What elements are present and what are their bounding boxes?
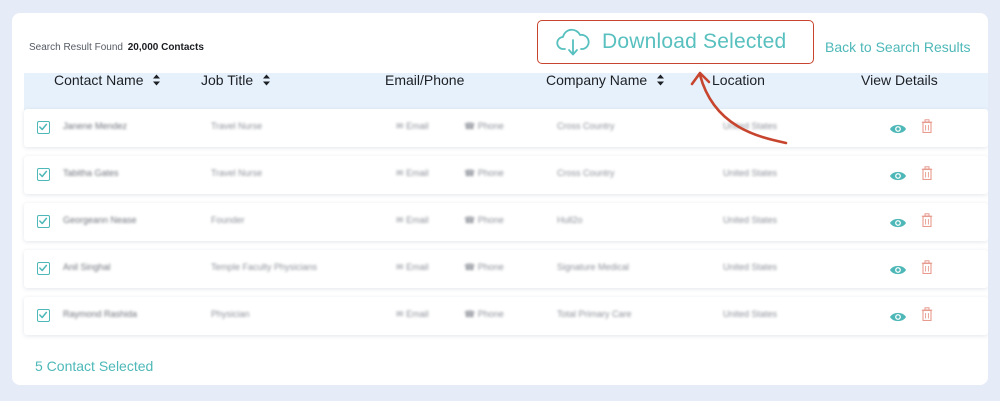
eye-icon[interactable] — [889, 170, 907, 182]
checkbox-icon — [39, 123, 48, 131]
sort-icon[interactable] — [152, 74, 161, 86]
back-to-search-results-link[interactable]: Back to Search Results — [825, 39, 971, 55]
phone-cell[interactable]: ☎ Phone — [464, 121, 504, 132]
result-count: 20,000 Contacts — [127, 42, 204, 53]
company-name: Cross Country — [557, 121, 615, 131]
phone-cell[interactable]: ☎ Phone — [464, 168, 504, 179]
job-title: Founder — [211, 215, 245, 225]
result-summary-prefix: Search Result Found — [29, 42, 123, 53]
eye-icon[interactable] — [889, 311, 907, 323]
phone-label: Phone — [477, 309, 504, 319]
row-checkbox[interactable] — [37, 121, 50, 134]
phone-icon: ☎ — [464, 121, 476, 131]
trash-icon[interactable] — [921, 260, 933, 274]
phone-cell[interactable]: ☎ Phone — [464, 262, 504, 273]
contact-name: Raymond Rashida — [63, 309, 138, 319]
trash-icon[interactable] — [921, 307, 933, 321]
mail-icon: ✉ — [396, 121, 404, 131]
phone-cell[interactable]: ☎ Phone — [464, 309, 504, 320]
email-cell[interactable]: ✉ Email — [396, 309, 429, 320]
table-row: Janene Mendez Travel Nurse Cross Country Un… — [24, 109, 988, 147]
row-checkbox[interactable] — [37, 262, 50, 275]
row-checkbox[interactable] — [37, 168, 50, 181]
checkbox-icon — [39, 264, 48, 272]
contact-name: Tabitha Gates — [63, 168, 119, 178]
column-header-label: Job Title — [201, 72, 254, 88]
checkbox-icon — [39, 217, 48, 225]
table-row: Anil Singhal Temple Faculty Physicians Sig… — [24, 250, 988, 288]
table-row: Georgeann Nease Founder Hull2o United State… — [24, 203, 988, 241]
location: United States — [723, 215, 778, 225]
contacts-card: Search Result Found 20,000 Contacts Down… — [12, 13, 988, 385]
column-header-2: Email/Phone — [385, 72, 464, 88]
email-label: Email — [406, 262, 429, 272]
selected-count-label: 5 Contact Selected — [35, 358, 154, 374]
mail-icon: ✉ — [396, 168, 404, 178]
eye-icon[interactable] — [889, 217, 907, 229]
column-header-label: Location — [712, 72, 765, 88]
phone-icon: ☎ — [464, 309, 476, 319]
job-title: Temple Faculty Physicians — [211, 262, 318, 272]
contact-name: Georgeann Nease — [63, 215, 137, 225]
location: United States — [723, 168, 778, 178]
trash-icon[interactable] — [921, 213, 933, 227]
mail-icon: ✉ — [396, 262, 404, 272]
trash-icon[interactable] — [921, 119, 933, 133]
table-row: Tabitha Gates Travel Nurse Cross Country Un… — [24, 156, 988, 194]
phone-icon: ☎ — [464, 215, 476, 225]
location: United States — [723, 309, 778, 319]
company-name: Hull2o — [557, 215, 583, 225]
contact-name: Janene Mendez — [63, 121, 128, 131]
job-title: Travel Nurse — [211, 121, 263, 131]
checkbox-icon — [39, 311, 48, 319]
phone-label: Phone — [477, 215, 504, 225]
column-header-label: Contact Name — [54, 72, 144, 88]
trash-icon[interactable] — [921, 166, 933, 180]
email-label: Email — [406, 309, 429, 319]
column-header-3[interactable]: Company Name — [546, 72, 665, 88]
download-selected-label: Download Selected — [602, 30, 787, 53]
sort-icon[interactable] — [262, 74, 271, 86]
email-label: Email — [406, 168, 429, 178]
company-name: Total Primary Care — [557, 309, 632, 319]
column-header-4: Location — [712, 72, 765, 88]
phone-label: Phone — [477, 168, 504, 178]
job-title: Travel Nurse — [211, 168, 263, 178]
email-label: Email — [406, 215, 429, 225]
eye-icon[interactable] — [889, 123, 907, 135]
email-cell[interactable]: ✉ Email — [396, 168, 429, 179]
column-header-label: Company Name — [546, 72, 648, 88]
phone-label: Phone — [477, 121, 504, 131]
table-row: Raymond Rashida Physician Total Primary Ca… — [24, 297, 988, 335]
contact-name: Anil Singhal — [63, 262, 111, 272]
column-header-0[interactable]: Contact Name — [54, 72, 161, 88]
mail-icon: ✉ — [396, 215, 404, 225]
job-title: Physician — [211, 309, 250, 319]
column-header-1[interactable]: Job Title — [201, 72, 271, 88]
result-summary: Search Result Found 20,000 Contacts — [29, 42, 204, 53]
row-checkbox[interactable] — [37, 215, 50, 228]
column-header-label: Email/Phone — [385, 72, 465, 88]
company-name: Cross Country — [557, 168, 615, 178]
sort-icon[interactable] — [656, 74, 665, 86]
phone-cell[interactable]: ☎ Phone — [464, 215, 504, 226]
download-selected-button[interactable]: Download Selected — [537, 20, 814, 64]
checkbox-icon — [39, 170, 48, 178]
location: United States — [723, 121, 778, 131]
cloud-download-icon — [556, 28, 590, 56]
mail-icon: ✉ — [396, 309, 404, 319]
phone-icon: ☎ — [464, 262, 476, 272]
company-name: Signature Medical — [557, 262, 630, 272]
column-header-label: View Details — [861, 72, 938, 88]
location: United States — [723, 262, 778, 272]
eye-icon[interactable] — [889, 264, 907, 276]
email-label: Email — [406, 121, 429, 131]
email-cell[interactable]: ✉ Email — [396, 262, 429, 273]
email-cell[interactable]: ✉ Email — [396, 215, 429, 226]
phone-icon: ☎ — [464, 168, 476, 178]
phone-label: Phone — [477, 262, 504, 272]
column-header-5: View Details — [861, 72, 938, 88]
email-cell[interactable]: ✉ Email — [396, 121, 429, 132]
row-checkbox[interactable] — [37, 309, 50, 322]
